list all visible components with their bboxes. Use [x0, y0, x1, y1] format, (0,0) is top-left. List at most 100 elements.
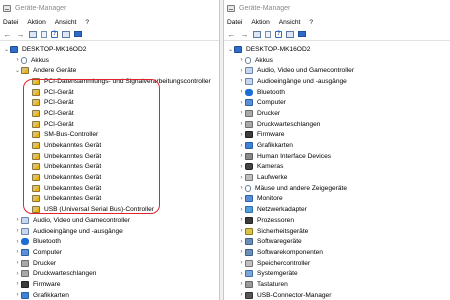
- forward-arrow-icon[interactable]: →: [240, 30, 249, 39]
- device-category[interactable]: › Softwaregeräte: [224, 236, 450, 247]
- device-item[interactable]: Unbekanntes Gerät: [0, 151, 219, 162]
- expand-chevron-icon[interactable]: ›: [238, 121, 245, 127]
- collapse-chevron-icon[interactable]: ⌄: [227, 46, 234, 53]
- device-category[interactable]: › Softwarekomponenten: [224, 247, 450, 258]
- device-category[interactable]: › Akkus: [0, 55, 219, 66]
- help-icon[interactable]: ?: [51, 30, 58, 38]
- expand-chevron-icon[interactable]: ›: [14, 217, 21, 223]
- device-category[interactable]: › Netzwerkadapter: [224, 204, 450, 215]
- device-category[interactable]: › Druckwarteschlangen: [0, 268, 219, 279]
- help-icon[interactable]: ?: [275, 30, 282, 38]
- expand-chevron-icon[interactable]: ›: [238, 249, 245, 255]
- expand-chevron-icon[interactable]: ›: [238, 292, 245, 298]
- menu-help[interactable]: ?: [309, 19, 313, 26]
- device-category[interactable]: › Computer: [0, 247, 219, 258]
- device-category[interactable]: › Firmware: [224, 130, 450, 141]
- expand-chevron-icon[interactable]: ›: [238, 100, 245, 106]
- scan-hardware-icon[interactable]: [74, 31, 82, 37]
- collapse-chevron-icon[interactable]: ⌄: [14, 67, 21, 74]
- expand-chevron-icon[interactable]: ›: [14, 57, 21, 63]
- device-item[interactable]: Unbekanntes Gerät: [0, 162, 219, 173]
- device-category[interactable]: › Human Interface Devices: [224, 151, 450, 162]
- expand-chevron-icon[interactable]: ›: [238, 57, 245, 63]
- device-item[interactable]: PCI-Gerät: [0, 119, 219, 130]
- expand-chevron-icon[interactable]: ›: [14, 281, 21, 287]
- device-category[interactable]: › Speichercontroller: [224, 258, 450, 269]
- expand-chevron-icon[interactable]: ›: [14, 228, 21, 234]
- device-category[interactable]: ⌄ Andere Geräte: [0, 65, 219, 76]
- expand-chevron-icon[interactable]: ›: [238, 78, 245, 84]
- expand-chevron-icon[interactable]: ›: [238, 260, 245, 266]
- device-category[interactable]: › Audio, Video und Gamecontroller: [224, 65, 450, 76]
- device-category[interactable]: › Bluetooth: [224, 87, 450, 98]
- menu-action[interactable]: Aktion: [251, 19, 269, 26]
- device-category[interactable]: › Grafikkarten: [224, 140, 450, 151]
- device-item[interactable]: Unbekanntes Gerät: [0, 172, 219, 183]
- device-category[interactable]: › USB-Connector-Manager: [224, 290, 450, 300]
- expand-chevron-icon[interactable]: ›: [14, 292, 21, 298]
- expand-chevron-icon[interactable]: ›: [238, 196, 245, 202]
- forward-arrow-icon[interactable]: →: [16, 30, 25, 39]
- device-item[interactable]: USB (Universal Serial Bus)-Controller: [0, 204, 219, 215]
- expand-chevron-icon[interactable]: ›: [238, 143, 245, 149]
- device-category[interactable]: › Drucker: [0, 258, 219, 269]
- document-icon[interactable]: [265, 30, 271, 38]
- device-item[interactable]: PCI-Datensammlungs- und Signalverarbeitu…: [0, 76, 219, 87]
- device-category[interactable]: › Systemgeräte: [224, 268, 450, 279]
- expand-chevron-icon[interactable]: ›: [238, 185, 245, 191]
- menu-help[interactable]: ?: [85, 19, 89, 26]
- device-category[interactable]: › Audioeingänge und -ausgänge: [224, 76, 450, 87]
- expand-chevron-icon[interactable]: ›: [238, 239, 245, 245]
- tree-root[interactable]: ⌄ DESKTOP-MK16OD2: [0, 44, 219, 55]
- device-item[interactable]: SM-Bus-Controller: [0, 130, 219, 141]
- properties-grid-icon[interactable]: [29, 30, 37, 38]
- expand-chevron-icon[interactable]: ›: [238, 217, 245, 223]
- menu-view[interactable]: Ansicht: [279, 19, 301, 26]
- device-category[interactable]: › Akkus: [224, 55, 450, 66]
- device-item[interactable]: Unbekanntes Gerät: [0, 194, 219, 205]
- expand-chevron-icon[interactable]: ›: [14, 260, 21, 266]
- device-item[interactable]: Unbekanntes Gerät: [0, 183, 219, 194]
- expand-chevron-icon[interactable]: ›: [238, 164, 245, 170]
- expand-chevron-icon[interactable]: ›: [14, 249, 21, 255]
- device-category[interactable]: › Sicherheitsgeräte: [224, 226, 450, 237]
- expand-chevron-icon[interactable]: ›: [238, 68, 245, 74]
- expand-chevron-icon[interactable]: ›: [238, 207, 245, 213]
- collapse-chevron-icon[interactable]: ⌄: [3, 46, 10, 53]
- expand-chevron-icon[interactable]: ›: [238, 228, 245, 234]
- menu-view[interactable]: Ansicht: [55, 19, 77, 26]
- device-category[interactable]: › Monitore: [224, 194, 450, 205]
- device-category[interactable]: › Firmware: [0, 279, 219, 290]
- expand-chevron-icon[interactable]: ›: [238, 175, 245, 181]
- device-category[interactable]: › Audioeingänge und -ausgänge: [0, 226, 219, 237]
- device-category[interactable]: › Kameras: [224, 162, 450, 173]
- device-category[interactable]: › Audio, Video und Gamecontroller: [0, 215, 219, 226]
- expand-chevron-icon[interactable]: ›: [238, 281, 245, 287]
- menu-file[interactable]: Datei: [227, 19, 242, 26]
- device-category[interactable]: › Druckwarteschlangen: [224, 119, 450, 130]
- menu-file[interactable]: Datei: [3, 19, 18, 26]
- device-category[interactable]: › Prozessoren: [224, 215, 450, 226]
- menu-action[interactable]: Aktion: [27, 19, 45, 26]
- device-category[interactable]: › Laufwerke: [224, 172, 450, 183]
- device-category[interactable]: › Computer: [224, 97, 450, 108]
- back-arrow-icon[interactable]: ←: [227, 30, 236, 39]
- device-item[interactable]: PCI-Gerät: [0, 108, 219, 119]
- device-item[interactable]: PCI-Gerät: [0, 97, 219, 108]
- expand-chevron-icon[interactable]: ›: [238, 110, 245, 116]
- expand-chevron-icon[interactable]: ›: [238, 132, 245, 138]
- device-category[interactable]: › Tastaturen: [224, 279, 450, 290]
- expand-chevron-icon[interactable]: ›: [238, 271, 245, 277]
- device-category[interactable]: › Bluetooth: [0, 236, 219, 247]
- driver-update-icon[interactable]: [286, 30, 294, 38]
- back-arrow-icon[interactable]: ←: [3, 30, 12, 39]
- properties-grid-icon[interactable]: [253, 30, 261, 38]
- document-icon[interactable]: [41, 30, 47, 38]
- device-category[interactable]: › Mäuse und andere Zeigegeräte: [224, 183, 450, 194]
- driver-update-icon[interactable]: [62, 30, 70, 38]
- tree-root[interactable]: ⌄ DESKTOP-MK16OD2: [224, 44, 450, 55]
- device-category[interactable]: › Drucker: [224, 108, 450, 119]
- device-category[interactable]: › Grafikkarten: [0, 290, 219, 300]
- expand-chevron-icon[interactable]: ›: [14, 239, 21, 245]
- expand-chevron-icon[interactable]: ›: [238, 89, 245, 95]
